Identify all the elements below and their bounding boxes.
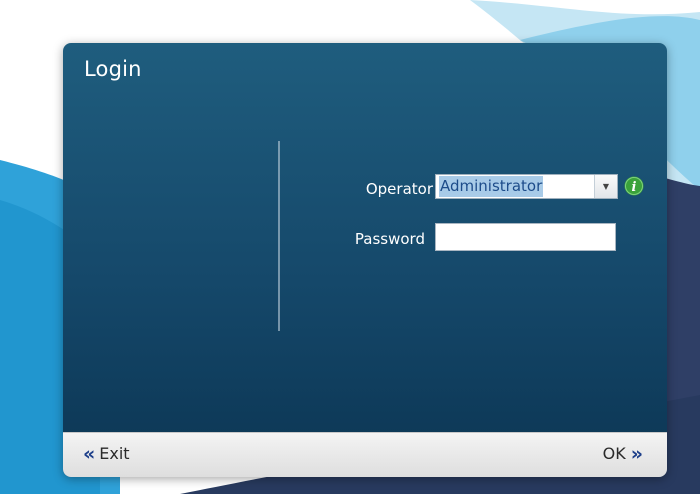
chevron-down-icon[interactable]: ▼ — [594, 175, 617, 198]
operator-label: Operator — [365, 180, 433, 198]
dialog-footer: « Exit OK » — [63, 432, 667, 477]
vertical-divider — [278, 141, 280, 331]
screen-background: Login Operator Administrator ▼ i Passwor… — [0, 0, 700, 494]
svg-text:i: i — [632, 180, 637, 195]
operator-select[interactable]: Administrator ▼ — [435, 174, 618, 199]
exit-label: Exit — [99, 444, 130, 463]
double-chevron-left-icon: « — [83, 442, 96, 465]
password-input[interactable] — [435, 223, 616, 251]
double-chevron-right-icon: » — [630, 442, 643, 465]
operator-value[interactable]: Administrator — [439, 176, 544, 197]
ok-label: OK — [602, 444, 626, 463]
password-label: Password — [354, 230, 425, 248]
ok-button[interactable]: OK » — [603, 444, 643, 463]
info-icon[interactable]: i — [624, 176, 644, 196]
exit-button[interactable]: « Exit — [83, 444, 130, 463]
dialog-title: Login — [84, 57, 142, 81]
login-dialog: Login Operator Administrator ▼ i Passwor… — [63, 43, 667, 477]
